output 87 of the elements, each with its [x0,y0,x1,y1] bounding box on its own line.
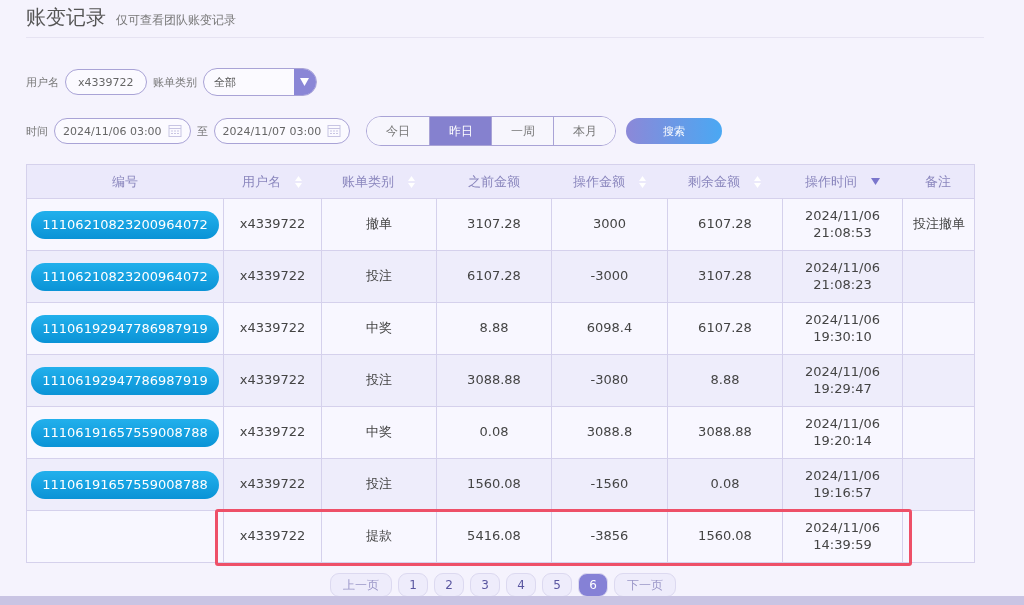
bill-type-label: 账单类别 [152,74,197,90]
caret-icon [300,78,309,86]
date-range-tab[interactable]: 昨日 [429,117,492,145]
page-title: 账变记录 [26,4,106,31]
column-header: 剩余金额 [688,172,740,191]
table-cell: x4339722 [239,216,306,233]
table-cell: 提款 [366,528,392,545]
column-header: 操作金额 [572,172,625,191]
table-cell: 投注 [366,268,392,285]
record-id-button[interactable]: 11106210823200964072 [31,262,219,291]
column-header: 用户名 [242,172,281,191]
table-cell: 2024/11/06 [805,520,880,537]
date-range-tab[interactable]: 本月 [553,117,616,145]
record-id-button[interactable]: 11106192947786987919 [31,366,219,395]
table-cell: 中奖 [366,320,392,337]
sort-descending-icon[interactable] [870,178,880,185]
record-id-button[interactable]: 11106192947786987919 [31,314,219,343]
table-cell: 3088.88 [698,424,752,441]
table-cell: 8.88 [710,372,740,389]
table-cell: 1560.08 [467,476,521,493]
table-cell: 19:20:14 [813,432,872,449]
table-cell: 19:30:10 [813,328,872,345]
column-header: 备注 [925,172,951,191]
table-cell: 6107.28 [698,320,752,337]
table-cell: 0.08 [479,424,509,441]
table-cell: 6107.28 [467,268,521,285]
table-cell: 3088.8 [586,424,633,441]
table-cell: x4339722 [239,268,306,285]
table-cell: 6098.4 [586,320,633,337]
table-cell: 19:29:47 [813,380,872,397]
table-cell: 21:08:53 [813,224,872,241]
table-cell: x4339722 [239,372,306,389]
table-cell: x4339722 [239,476,306,493]
table-cell: 撤单 [366,216,392,233]
table-cell: 2024/11/06 [805,364,880,381]
table-cell: 投注撤单 [912,216,965,233]
table-cell: -3000 [590,268,629,285]
column-header: 之前金额 [467,172,520,191]
table-cell: 2024/11/06 [805,312,880,329]
table-cell: 3000 [592,216,627,233]
table-cell: x4339722 [239,424,306,441]
column-header: 账单类别 [342,172,394,191]
start-date-field[interactable]: 2024/11/06 03:00 [54,118,191,144]
record-id-button[interactable]: 11106191657559008788 [31,470,219,499]
table-cell: 2024/11/06 [805,468,880,485]
table-cell: 19:16:57 [813,484,872,501]
table-cell: 1560.08 [698,528,752,545]
table-cell: x4339722 [239,320,306,337]
calendar-icon[interactable] [327,124,342,138]
page-button[interactable]: 3 [470,573,500,597]
column-header: 操作时间 [804,172,857,191]
time-label: 时间 [26,123,48,139]
page-button[interactable]: 6 [578,573,608,597]
column-header: 编号 [112,172,138,191]
record-id-button[interactable]: 11106191657559008788 [31,418,219,447]
page-button[interactable]: 2 [434,573,464,597]
table-cell: 8.88 [479,320,509,337]
table-cell: 投注 [366,372,392,389]
page-subtitle: 仅可查看团队账变记录 [116,12,236,29]
page-button[interactable]: 5 [542,573,572,597]
table-cell: 2024/11/06 [805,416,880,433]
table-cell: 2024/11/06 [805,208,880,225]
table-cell: 3107.28 [467,216,521,233]
page-button[interactable]: 1 [398,573,428,597]
table-cell: 3088.88 [467,372,521,389]
table-cell: x4339722 [239,528,306,545]
table-cell: 5416.08 [467,528,521,545]
table-cell: 6107.28 [698,216,752,233]
table-cell: -3856 [590,528,629,545]
end-date-field[interactable]: 2024/11/07 03:00 [213,118,351,144]
bill-type-dropdown[interactable]: 全部 [202,68,317,96]
table-cell: 3107.28 [698,268,752,285]
username-label: 用户名 [26,74,59,90]
table-cell: 21:08:23 [813,276,872,293]
username-field[interactable]: x4339722 [65,69,147,95]
table-cell: -1560 [590,476,629,493]
table-cell: 0.08 [710,476,740,493]
to-label: 至 [196,123,208,139]
table-cell: 14:39:59 [813,536,872,553]
table-cell: 投注 [366,476,392,493]
record-id-button[interactable]: 11106210823200964072 [31,210,219,239]
search-button[interactable]: 搜索 [626,118,723,144]
table-cell: 2024/11/06 [805,260,880,277]
table-cell: 中奖 [366,424,392,441]
calendar-icon[interactable] [167,124,182,138]
table-cell: -3080 [590,372,629,389]
page-button[interactable]: 4 [506,573,536,597]
